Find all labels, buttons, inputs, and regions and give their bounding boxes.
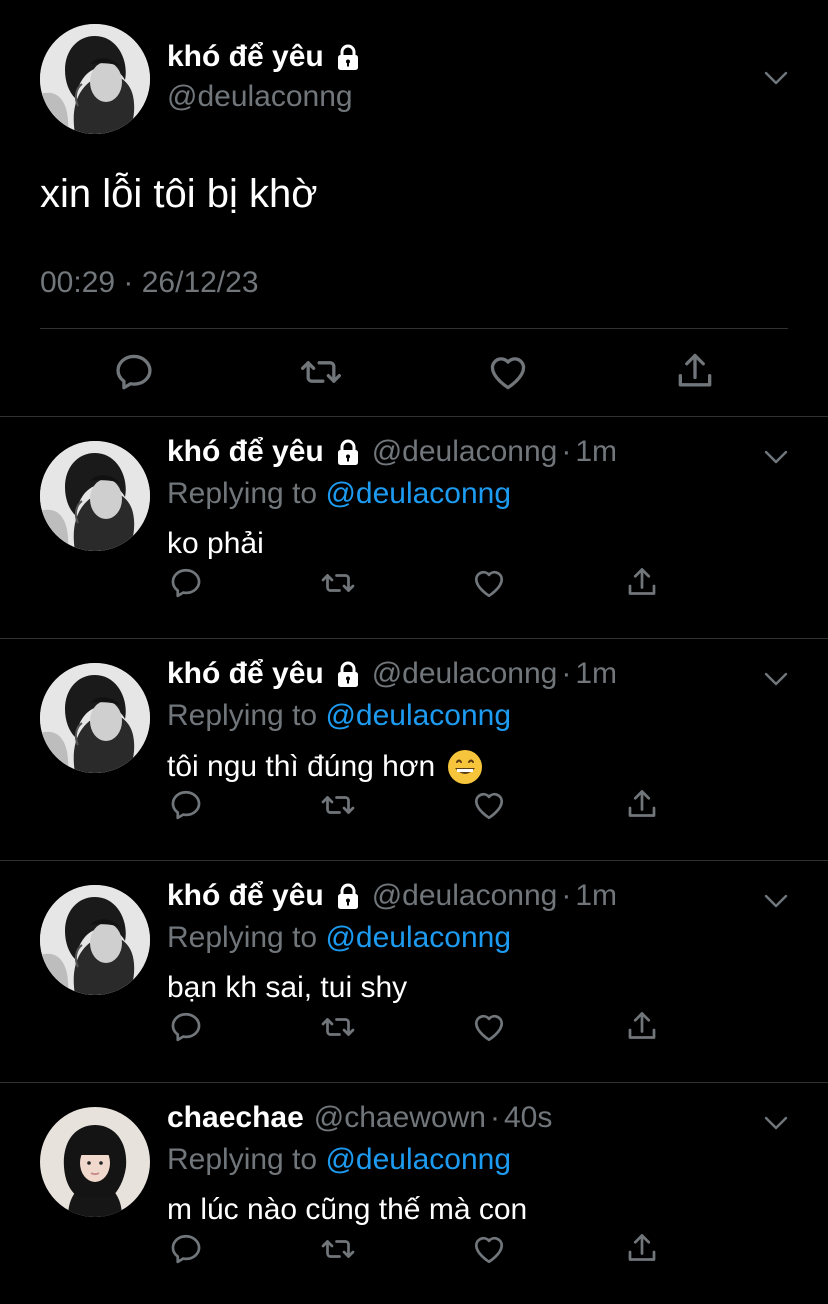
mention-link[interactable]: @deulaconng [325,1143,511,1176]
mention-link[interactable]: @deulaconng [325,699,511,732]
retweet-icon[interactable] [320,787,356,823]
reply-time[interactable]: 1m [575,879,617,913]
share-icon[interactable] [624,565,660,601]
lock-icon [334,882,362,910]
retweet-icon[interactable] [299,350,343,394]
reply-text: ko phải [167,527,264,561]
divider [40,328,788,329]
avatar[interactable] [40,441,150,551]
chevron-down-icon[interactable] [762,68,790,88]
tweet-actions [0,1231,828,1267]
avatar[interactable] [40,24,150,134]
replying-prefix: Replying to [167,477,318,510]
mention-link[interactable]: @deulaconng [325,477,511,510]
lock-icon [334,43,362,71]
main-tweet: khó để yêu @deulaconng xin lỗi tôi bị kh… [0,0,828,416]
reply-icon[interactable] [168,565,204,601]
heart-icon[interactable] [471,565,507,601]
display-name[interactable]: khó để yêu [167,879,324,913]
tweet-text: xin lỗi tôi bị khờ [40,172,318,216]
reply-header: khó để yêu @deulaconng · 1m [167,879,617,913]
replying-to: Replying to @deulaconng [167,1143,511,1177]
tweet-actions [0,787,828,823]
tweet-actions [0,1009,828,1045]
chevron-down-icon[interactable] [762,669,790,689]
retweet-icon[interactable] [320,1231,356,1267]
retweet-icon[interactable] [320,565,356,601]
chevron-down-icon[interactable] [762,1113,790,1133]
reply-icon[interactable] [112,350,156,394]
separator-dot: · [561,879,572,912]
tweet-actions [0,350,828,394]
heart-icon[interactable] [486,350,530,394]
share-icon[interactable] [624,1009,660,1045]
share-icon[interactable] [624,787,660,823]
display-name[interactable]: khó để yêu [167,435,324,469]
reply-text: tôi ngu thì đúng hơn [167,749,483,785]
chevron-down-icon[interactable] [762,891,790,911]
display-name-text: khó để yêu [167,40,324,73]
replying-to: Replying to @deulaconng [167,921,511,955]
display-name[interactable]: khó để yêu [167,657,324,691]
reply-header: khó để yêu @deulaconng · 1m [167,657,617,691]
user-handle[interactable]: @deulaconng [372,657,558,691]
mention-link[interactable]: @deulaconng [325,921,511,954]
user-handle[interactable]: @chaewown [314,1101,486,1135]
reply-tweet[interactable]: khó để yêu @deulaconng · 1m Replying to … [0,417,828,637]
display-name[interactable]: chaechae [167,1101,304,1135]
tweet-timestamp[interactable]: 00:29 · 26/12/23 [40,266,259,300]
separator-dot: · [489,1101,500,1134]
display-name[interactable]: khó để yêu [167,40,362,74]
reply-text: m lúc nào cũng thế mà con [167,1193,527,1227]
avatar[interactable] [40,885,150,995]
lock-icon [334,660,362,688]
separator-dot: · [561,435,572,468]
heart-icon[interactable] [471,787,507,823]
reply-time[interactable]: 1m [575,435,617,469]
replying-prefix: Replying to [167,699,318,732]
retweet-icon[interactable] [320,1009,356,1045]
separator-dot: · [561,657,572,690]
heart-icon[interactable] [471,1009,507,1045]
replying-prefix: Replying to [167,921,318,954]
reply-tweet[interactable]: khó để yêu @deulaconng · 1m Replying to … [0,639,828,859]
reply-icon[interactable] [168,1231,204,1267]
share-icon[interactable] [624,1231,660,1267]
lock-icon [334,438,362,466]
grinning-face-icon [447,749,483,785]
reply-tweet[interactable]: khó để yêu @deulaconng · 1m Replying to … [0,861,828,1081]
user-handle[interactable]: @deulaconng [372,435,558,469]
reply-icon[interactable] [168,787,204,823]
reply-tweet[interactable]: chaechae @chaewown · 40s Replying to @de… [0,1083,828,1303]
reply-header: chaechae @chaewown · 40s [167,1101,552,1135]
replying-to: Replying to @deulaconng [167,699,511,733]
replying-to: Replying to @deulaconng [167,477,511,511]
reply-time[interactable]: 40s [504,1101,552,1135]
avatar[interactable] [40,1107,150,1217]
reply-time[interactable]: 1m [575,657,617,691]
share-icon[interactable] [673,350,717,394]
tweet-actions [0,565,828,601]
reply-header: khó để yêu @deulaconng · 1m [167,435,617,469]
reply-icon[interactable] [168,1009,204,1045]
reply-text-content: ko phải [167,527,264,560]
reply-text-content: m lúc nào cũng thế mà con [167,1193,528,1226]
user-handle[interactable]: @deulaconng [167,80,353,114]
reply-text-content: tôi ngu thì đúng hơn [167,750,436,783]
heart-icon[interactable] [471,1231,507,1267]
replying-prefix: Replying to [167,1143,318,1176]
reply-text: bạn kh sai, tui shy [167,971,407,1005]
chevron-down-icon[interactable] [762,447,790,467]
reply-text-content: bạn kh sai, tui shy [167,971,408,1004]
user-handle[interactable]: @deulaconng [372,879,558,913]
avatar[interactable] [40,663,150,773]
